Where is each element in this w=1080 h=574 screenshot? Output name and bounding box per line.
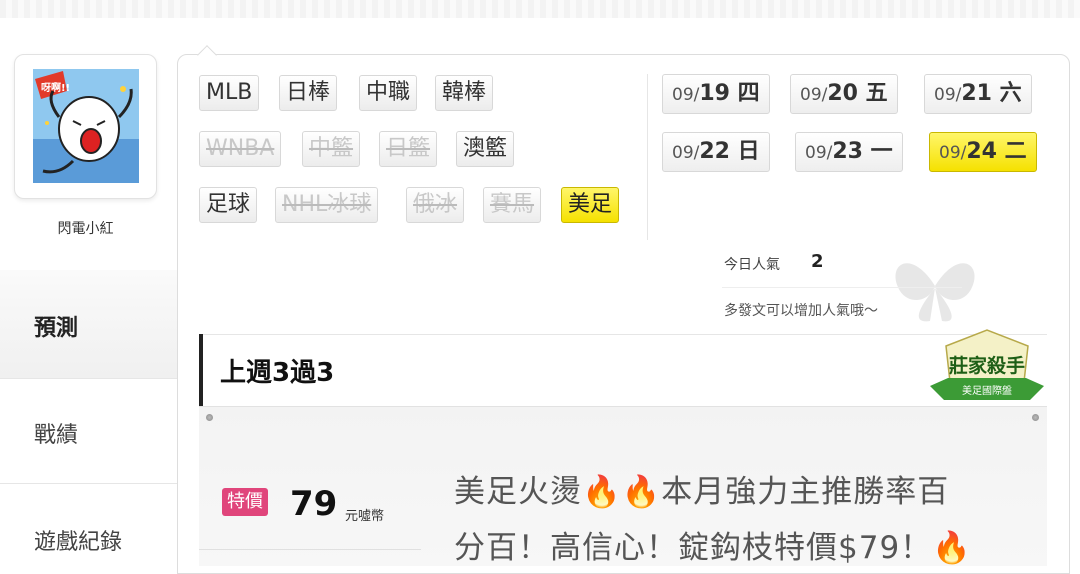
title-text: 本月強力主推勝率百 (661, 474, 950, 510)
tag-cpbl[interactable]: 中職 (359, 75, 418, 111)
date-day: 21 六 (961, 81, 1022, 106)
nav-predict[interactable]: 預測 (0, 270, 178, 378)
title-text: 美足火燙 (454, 474, 582, 510)
date-0921[interactable]: 09/21 六 (924, 74, 1032, 114)
tag-nfl[interactable]: 美足 (561, 187, 620, 223)
popularity-hint: 多發文可以增加人氣哦～ (724, 303, 878, 319)
tag-mlb[interactable]: MLB (199, 75, 260, 111)
date-0924[interactable]: 09/24 二 (929, 132, 1037, 172)
date-0920[interactable]: 09/20 五 (790, 74, 898, 114)
divider (199, 549, 421, 550)
tag-nbl[interactable]: 澳籃 (456, 131, 515, 167)
date-month: 09/ (672, 85, 700, 105)
tag-nhl: NHL冰球 (275, 187, 379, 223)
svg-text:呀啊!!: 呀啊!! (41, 82, 70, 94)
date-month: 09/ (800, 85, 828, 105)
popularity-value: 2 (811, 251, 824, 272)
fire-icon: 🔥 (582, 474, 622, 510)
date-0923[interactable]: 09/23 一 (795, 132, 903, 172)
username: 閃電小紅 (57, 221, 114, 237)
badge-title: 莊家殺手 (949, 354, 1025, 377)
nav-game-records[interactable]: 遊戲紀錄 (0, 484, 178, 562)
date-month: 09/ (939, 143, 967, 163)
date-day: 22 日 (699, 139, 760, 164)
week-record: 上週3過3 (220, 358, 335, 388)
currency-label: 元噓幣 (345, 509, 385, 524)
fire-icon: 🔥 (932, 530, 972, 566)
top-decorative-border (0, 0, 1080, 18)
date-day: 23 一 (832, 139, 893, 164)
date-day: 20 五 (827, 81, 888, 106)
week-record-accent (199, 334, 203, 406)
article-title-line-2[interactable]: 分百！高信心！錠鈎枝特價$79！🔥 (454, 522, 972, 567)
tag-sbl: 中籃 (302, 131, 361, 167)
badge-subtitle: 美足國際盤 (962, 384, 1012, 397)
date-0919[interactable]: 09/19 四 (662, 74, 770, 114)
date-0922[interactable]: 09/22 日 (662, 132, 770, 172)
tag-horse-racing: 賽馬 (483, 187, 542, 223)
avatar[interactable]: 呀啊!! (14, 54, 157, 199)
dealer-killer-badge: 莊家殺手 美足國際盤 (930, 329, 1044, 400)
price: 79 (290, 484, 338, 524)
pin-icon (206, 414, 213, 421)
tag-kbo[interactable]: 韓棒 (435, 75, 494, 111)
date-month: 09/ (672, 143, 700, 163)
date-month: 09/ (805, 143, 833, 163)
title-text: 分百！高信心！錠鈎枝特價$79！ (454, 530, 933, 566)
date-month: 09/ (934, 85, 962, 105)
avatar-image: 呀啊!! (33, 69, 139, 183)
nav-record[interactable]: 戰績 (0, 378, 178, 484)
tag-npb[interactable]: 日棒 (279, 75, 338, 111)
tag-khl: 俄冰 (406, 187, 465, 223)
butterfly-icon (895, 263, 975, 322)
popularity-label: 今日人氣 (724, 257, 780, 273)
divider (722, 287, 962, 288)
special-price-tag: 特價 (222, 488, 268, 516)
article-title-line-1[interactable]: 美足火燙🔥🔥本月強力主推勝率百 (454, 466, 949, 511)
date-day: 24 二 (966, 139, 1027, 164)
date-day: 19 四 (699, 81, 760, 106)
fire-icon: 🔥 (621, 474, 662, 510)
tag-bleague: 日籃 (379, 131, 438, 167)
pin-icon (1032, 414, 1039, 421)
divider (647, 74, 648, 240)
tag-wnba: WNBA (199, 131, 282, 167)
tag-soccer[interactable]: 足球 (199, 187, 258, 223)
